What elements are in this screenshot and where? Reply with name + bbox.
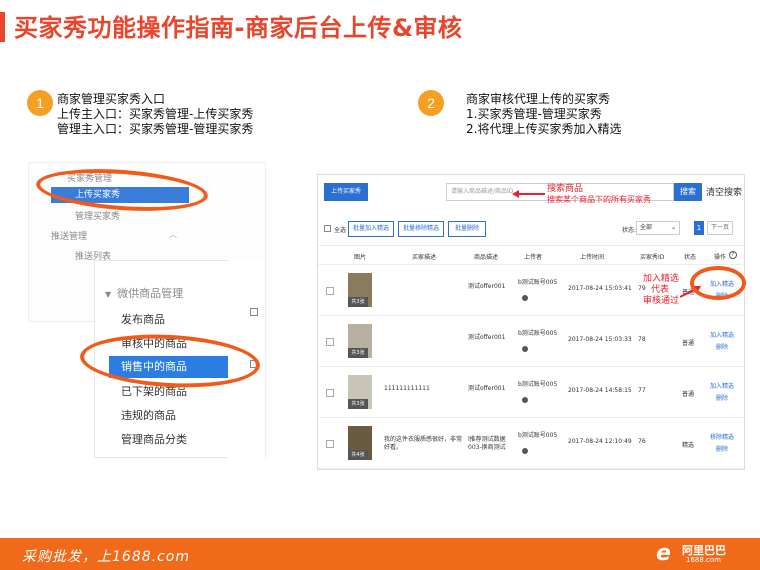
step-2-line-1: 商家审核代理上传的买家秀 [466, 92, 611, 106]
buyer-show-id: 77 [638, 387, 646, 394]
upload-time: 2017-08-24 12:10:49 [568, 438, 632, 445]
delete-link[interactable]: 删除 [716, 393, 728, 402]
step-1-line-2: 上传主入口：买家秀管理-上传买家秀 [57, 107, 254, 121]
select-all-label: 全选 [334, 227, 347, 234]
upload-buyer-show-button[interactable]: 上传买家秀 [324, 183, 368, 201]
add-featured-link[interactable]: 加入精选 [710, 381, 734, 390]
add-featured-link[interactable]: 加入精选 [710, 330, 734, 339]
row-checkbox[interactable] [326, 338, 334, 346]
chevron-down-icon: ⌄ [670, 224, 676, 231]
chevron-up-icon: ︿ [169, 230, 177, 239]
product-description: 测试offer001 [468, 334, 506, 341]
row-checkbox[interactable] [326, 287, 334, 295]
row-checkbox[interactable] [250, 308, 258, 316]
avatar [522, 448, 528, 454]
page-title: 买家秀功能操作指南-商家后台上传&审核 [14, 14, 463, 42]
page-current[interactable]: 1 [694, 221, 704, 235]
delete-link[interactable]: 删除 [716, 444, 728, 453]
footer-slogan: 采购批发，上1688.com [22, 549, 190, 565]
column-header: 状态 [684, 254, 697, 261]
search-annotation-line-1: 搜索商品 [547, 184, 584, 194]
uploader: b测试账号005 [518, 381, 558, 388]
uploader: b测试账号005 [518, 279, 558, 286]
highlight-ring-add-featured [690, 266, 746, 300]
product-description: l推荐测试数据003-换商测试 [468, 436, 506, 451]
delete-link[interactable]: 删除 [716, 342, 728, 351]
buyer-show-id: 76 [638, 438, 646, 445]
status-value: 普通 [682, 391, 695, 398]
column-header: 上传时间 [580, 254, 605, 261]
help-icon[interactable]: ? [729, 251, 737, 259]
upload-time: 2017-08-24 15:03:33 [568, 336, 632, 343]
image-count-badge: 共4张 [348, 450, 368, 460]
step-2-line-3: 2.将代理上传买家秀加入精选 [466, 122, 622, 136]
column-header: 操作 [714, 254, 727, 261]
step-2-badge: 2 [418, 90, 444, 116]
search-annotation-line-2: 搜索某个商品下的所有买家秀 [547, 195, 651, 204]
image-count-badge: 共3张 [348, 399, 368, 409]
footer-bar: 采购批发，上1688.com e 阿里巴巴 1688.com [0, 538, 760, 570]
batch-add-featured-button[interactable]: 批量加入精选 [348, 221, 394, 237]
buyer-description: 111111111111 [384, 385, 430, 392]
alibaba-logo[interactable]: e 阿里巴巴 1688.com [656, 541, 756, 567]
next-page-button[interactable]: 下一页 [707, 221, 733, 235]
avatar [522, 346, 528, 352]
column-header: 商品描述 [474, 254, 499, 261]
search-button[interactable]: 搜索 [674, 183, 702, 201]
product-description: 测试offer001 [468, 385, 506, 392]
approve-annotation-line-1: 加入精选 [643, 274, 680, 284]
step-1-line-1: 商家管理买家秀入口 [57, 92, 166, 106]
column-header: 买家秀ID [640, 254, 665, 261]
menu-item-manage-buyer-show[interactable]: 管理买家秀 [75, 209, 120, 222]
menu-group-push[interactable]: 推送管理 [51, 229, 87, 242]
batch-delete-button[interactable]: 批量删除 [448, 221, 486, 237]
status-label: 状态: [622, 227, 637, 234]
product-item-category[interactable]: 管理商品分类 [121, 431, 187, 447]
step-1-badge: 1 [27, 90, 53, 116]
step-2-line-2: 1.买家秀管理-管理买家秀 [466, 107, 602, 121]
batch-remove-featured-button[interactable]: 批量移除精选 [398, 221, 444, 237]
clear-search-button[interactable]: 清空搜索 [706, 185, 742, 198]
row-checkbox[interactable] [326, 440, 334, 448]
select-all-checkbox[interactable] [324, 225, 331, 232]
status-value: 精选 [682, 442, 695, 449]
avatar [522, 295, 528, 301]
alibaba-e-icon: e [656, 541, 671, 566]
buyer-description: 我的这件衣服质感很好，非常好看。 [384, 436, 463, 451]
upload-time: 2017-08-24 15:03:41 [568, 285, 632, 292]
table-row: 共3张 111111111111 测试offer001 b测试账号005 2017-08… [318, 367, 744, 418]
image-count-badge: 共3张 [348, 348, 368, 358]
column-header: 图片 [354, 254, 367, 261]
manage-buyer-show-screenshot: 上传买家秀 请输入商品描述/商品ID 搜索 清空搜索 全选 批量加入精选 批量移… [317, 174, 745, 470]
uploader: b测试账号005 [518, 330, 558, 337]
upload-time: 2017-08-24 14:58:15 [568, 387, 632, 394]
caret-down-icon: ▼ [105, 290, 112, 299]
table-row: 共4张 我的这件衣服质感很好，非常好看。 l推荐测试数据003-换商测试 b测试账号0… [318, 418, 744, 469]
status-select[interactable]: 全部 ⌄ [636, 221, 680, 235]
approve-annotation-line-2: 代表 [651, 285, 670, 295]
row-checkbox[interactable] [326, 389, 334, 397]
title-accent-bar [0, 12, 5, 42]
table-header: 图片 买家描述 商品描述 上传者 上传时间 买家秀ID 状态 操作 ? [318, 245, 744, 265]
table-row: 共3张 测试offer001 b测试账号005 2017-08-24 15:03:33… [318, 316, 744, 367]
approve-annotation-line-3: 审核通过 [643, 296, 680, 306]
alibaba-logo-url: 1688.com [686, 556, 721, 564]
avatar [522, 397, 528, 403]
arrow-left-icon [512, 190, 545, 198]
product-item-publish[interactable]: 发布商品 [121, 311, 165, 327]
uploader: b测试账号005 [518, 432, 558, 439]
status-select-value: 全部 [640, 224, 653, 231]
column-header: 买家描述 [412, 254, 437, 261]
product-description: 测试offer001 [468, 283, 506, 290]
product-menu-heading[interactable]: ▼ 微供商品管理 [105, 285, 183, 301]
image-count-badge: 共3张 [348, 297, 368, 307]
buyer-show-id: 79 [638, 285, 646, 292]
step-1-line-3: 管理主入口：买家秀管理-管理买家秀 [57, 122, 254, 136]
product-item-violation[interactable]: 违规的商品 [121, 407, 176, 423]
add-featured-link[interactable]: 移除精选 [710, 432, 734, 441]
buyer-show-id: 78 [638, 336, 646, 343]
product-menu-heading-label: 微供商品管理 [117, 287, 184, 300]
column-header: 上传者 [524, 254, 543, 261]
status-value: 普通 [682, 340, 695, 347]
